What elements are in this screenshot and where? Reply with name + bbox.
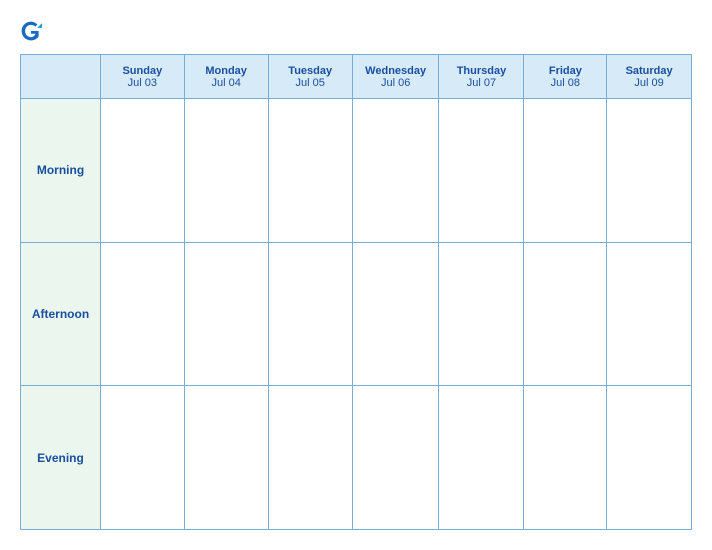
cell-evening-monday[interactable]	[184, 386, 268, 530]
day-name: Sunday	[103, 65, 182, 77]
cell-evening-sunday[interactable]	[101, 386, 185, 530]
cell-morning-thursday[interactable]	[439, 99, 524, 243]
cell-evening-friday[interactable]	[524, 386, 607, 530]
header	[20, 18, 692, 42]
day-header-sunday: SundayJul 03	[101, 55, 185, 99]
day-header-thursday: ThursdayJul 07	[439, 55, 524, 99]
cell-afternoon-friday[interactable]	[524, 242, 607, 386]
calendar-table: SundayJul 03MondayJul 04TuesdayJul 05Wed…	[20, 54, 692, 530]
cell-morning-tuesday[interactable]	[268, 99, 352, 243]
day-header-tuesday: TuesdayJul 05	[268, 55, 352, 99]
day-name: Tuesday	[271, 65, 350, 77]
row-label-afternoon: Afternoon	[21, 242, 101, 386]
cell-afternoon-monday[interactable]	[184, 242, 268, 386]
day-name: Saturday	[609, 65, 689, 77]
row-evening: Evening	[21, 386, 692, 530]
corner-header	[21, 55, 101, 99]
row-morning: Morning	[21, 99, 692, 243]
day-date: Jul 05	[271, 77, 350, 89]
cell-afternoon-tuesday[interactable]	[268, 242, 352, 386]
day-date: Jul 03	[103, 77, 182, 89]
logo-area	[20, 18, 46, 42]
cell-evening-tuesday[interactable]	[268, 386, 352, 530]
day-header-friday: FridayJul 08	[524, 55, 607, 99]
page: SundayJul 03MondayJul 04TuesdayJul 05Wed…	[0, 0, 712, 550]
row-label-evening: Evening	[21, 386, 101, 530]
cell-morning-friday[interactable]	[524, 99, 607, 243]
day-header-wednesday: WednesdayJul 06	[352, 55, 439, 99]
day-date: Jul 09	[609, 77, 689, 89]
cell-afternoon-thursday[interactable]	[439, 242, 524, 386]
day-header-saturday: SaturdayJul 09	[607, 55, 692, 99]
cell-afternoon-sunday[interactable]	[101, 242, 185, 386]
cell-evening-wednesday[interactable]	[352, 386, 439, 530]
logo-icon	[20, 20, 42, 42]
cell-afternoon-saturday[interactable]	[607, 242, 692, 386]
cell-evening-thursday[interactable]	[439, 386, 524, 530]
day-name: Friday	[526, 65, 604, 77]
row-label-morning: Morning	[21, 99, 101, 243]
cell-morning-wednesday[interactable]	[352, 99, 439, 243]
day-name: Monday	[187, 65, 266, 77]
day-header-monday: MondayJul 04	[184, 55, 268, 99]
cell-afternoon-wednesday[interactable]	[352, 242, 439, 386]
header-row: SundayJul 03MondayJul 04TuesdayJul 05Wed…	[21, 55, 692, 99]
cell-morning-sunday[interactable]	[101, 99, 185, 243]
cell-morning-monday[interactable]	[184, 99, 268, 243]
day-name: Thursday	[441, 65, 521, 77]
row-afternoon: Afternoon	[21, 242, 692, 386]
cell-evening-saturday[interactable]	[607, 386, 692, 530]
day-date: Jul 07	[441, 77, 521, 89]
cell-morning-saturday[interactable]	[607, 99, 692, 243]
day-date: Jul 08	[526, 77, 604, 89]
day-date: Jul 06	[355, 77, 437, 89]
day-name: Wednesday	[355, 65, 437, 77]
day-date: Jul 04	[187, 77, 266, 89]
